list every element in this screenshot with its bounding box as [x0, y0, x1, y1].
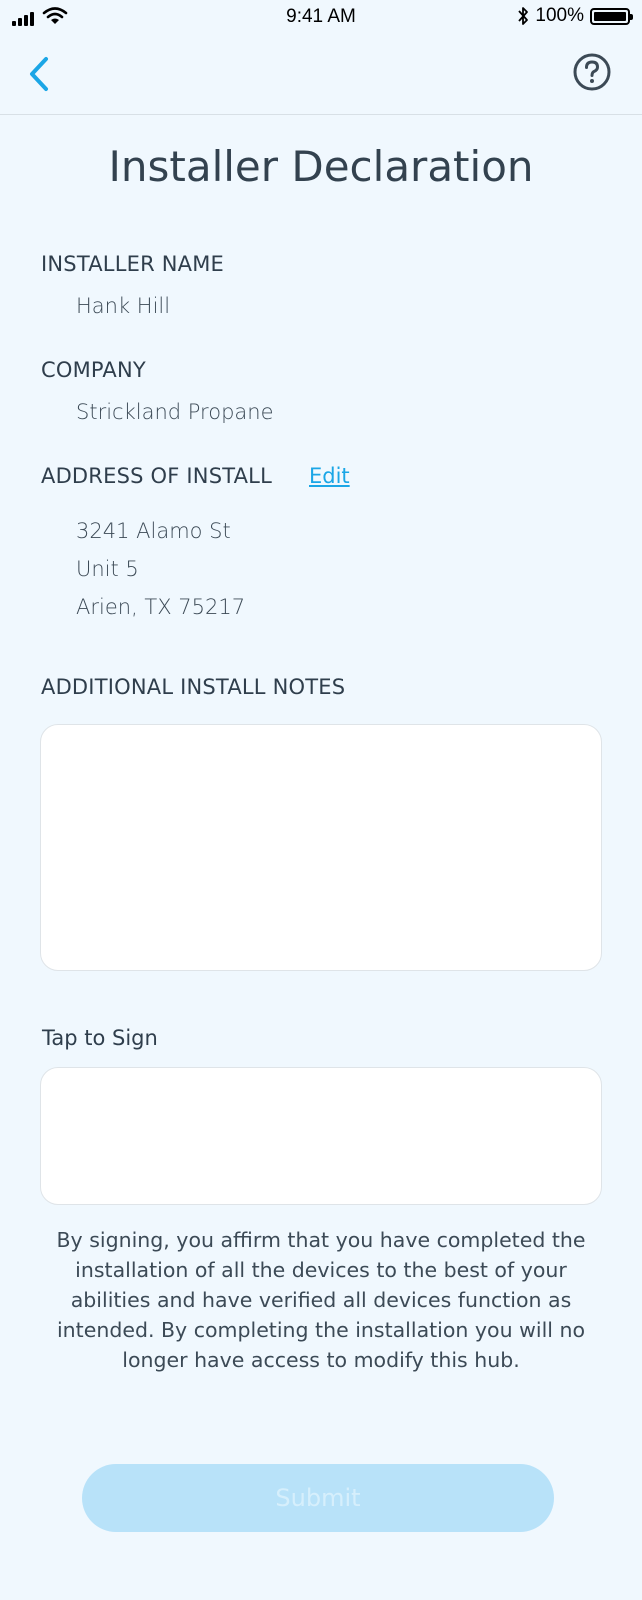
nav-bar: [0, 34, 642, 115]
page-title: Installer Declaration: [108, 142, 534, 191]
status-right: 100%: [517, 5, 633, 27]
address-label: ADDRESS OF INSTALL: [41, 464, 272, 488]
address-line: Unit 5: [76, 557, 139, 581]
battery-fill: [594, 11, 626, 21]
edit-address-link[interactable]: Edit: [309, 464, 350, 488]
notes-textarea[interactable]: [40, 724, 602, 971]
installer-name-label: INSTALLER NAME: [41, 252, 224, 276]
notes-label: ADDITIONAL INSTALL NOTES: [41, 675, 346, 699]
sign-label: Tap to Sign: [42, 1026, 158, 1050]
chevron-left-icon: [30, 57, 48, 91]
battery-icon: [590, 7, 633, 25]
company-value: Strickland Propane: [76, 400, 274, 424]
signature-disclaimer: By signing, you affirm that you have com…: [56, 1228, 586, 1372]
battery-percent: 100%: [535, 5, 584, 26]
signature-pad[interactable]: [40, 1067, 602, 1205]
bluetooth-icon: [518, 7, 529, 25]
status-bar: 9:41 AM 100%: [0, 0, 642, 34]
installer-name-value: Hank Hill: [76, 294, 171, 318]
address-line: Arien, TX 75217: [76, 595, 246, 619]
back-button[interactable]: [22, 54, 58, 94]
address-line: 3241 Alamo St: [76, 519, 231, 543]
company-label: COMPANY: [41, 358, 146, 382]
help-button[interactable]: [572, 52, 612, 92]
question-circle-icon: [573, 53, 611, 91]
submit-button[interactable]: Submit: [82, 1464, 554, 1532]
